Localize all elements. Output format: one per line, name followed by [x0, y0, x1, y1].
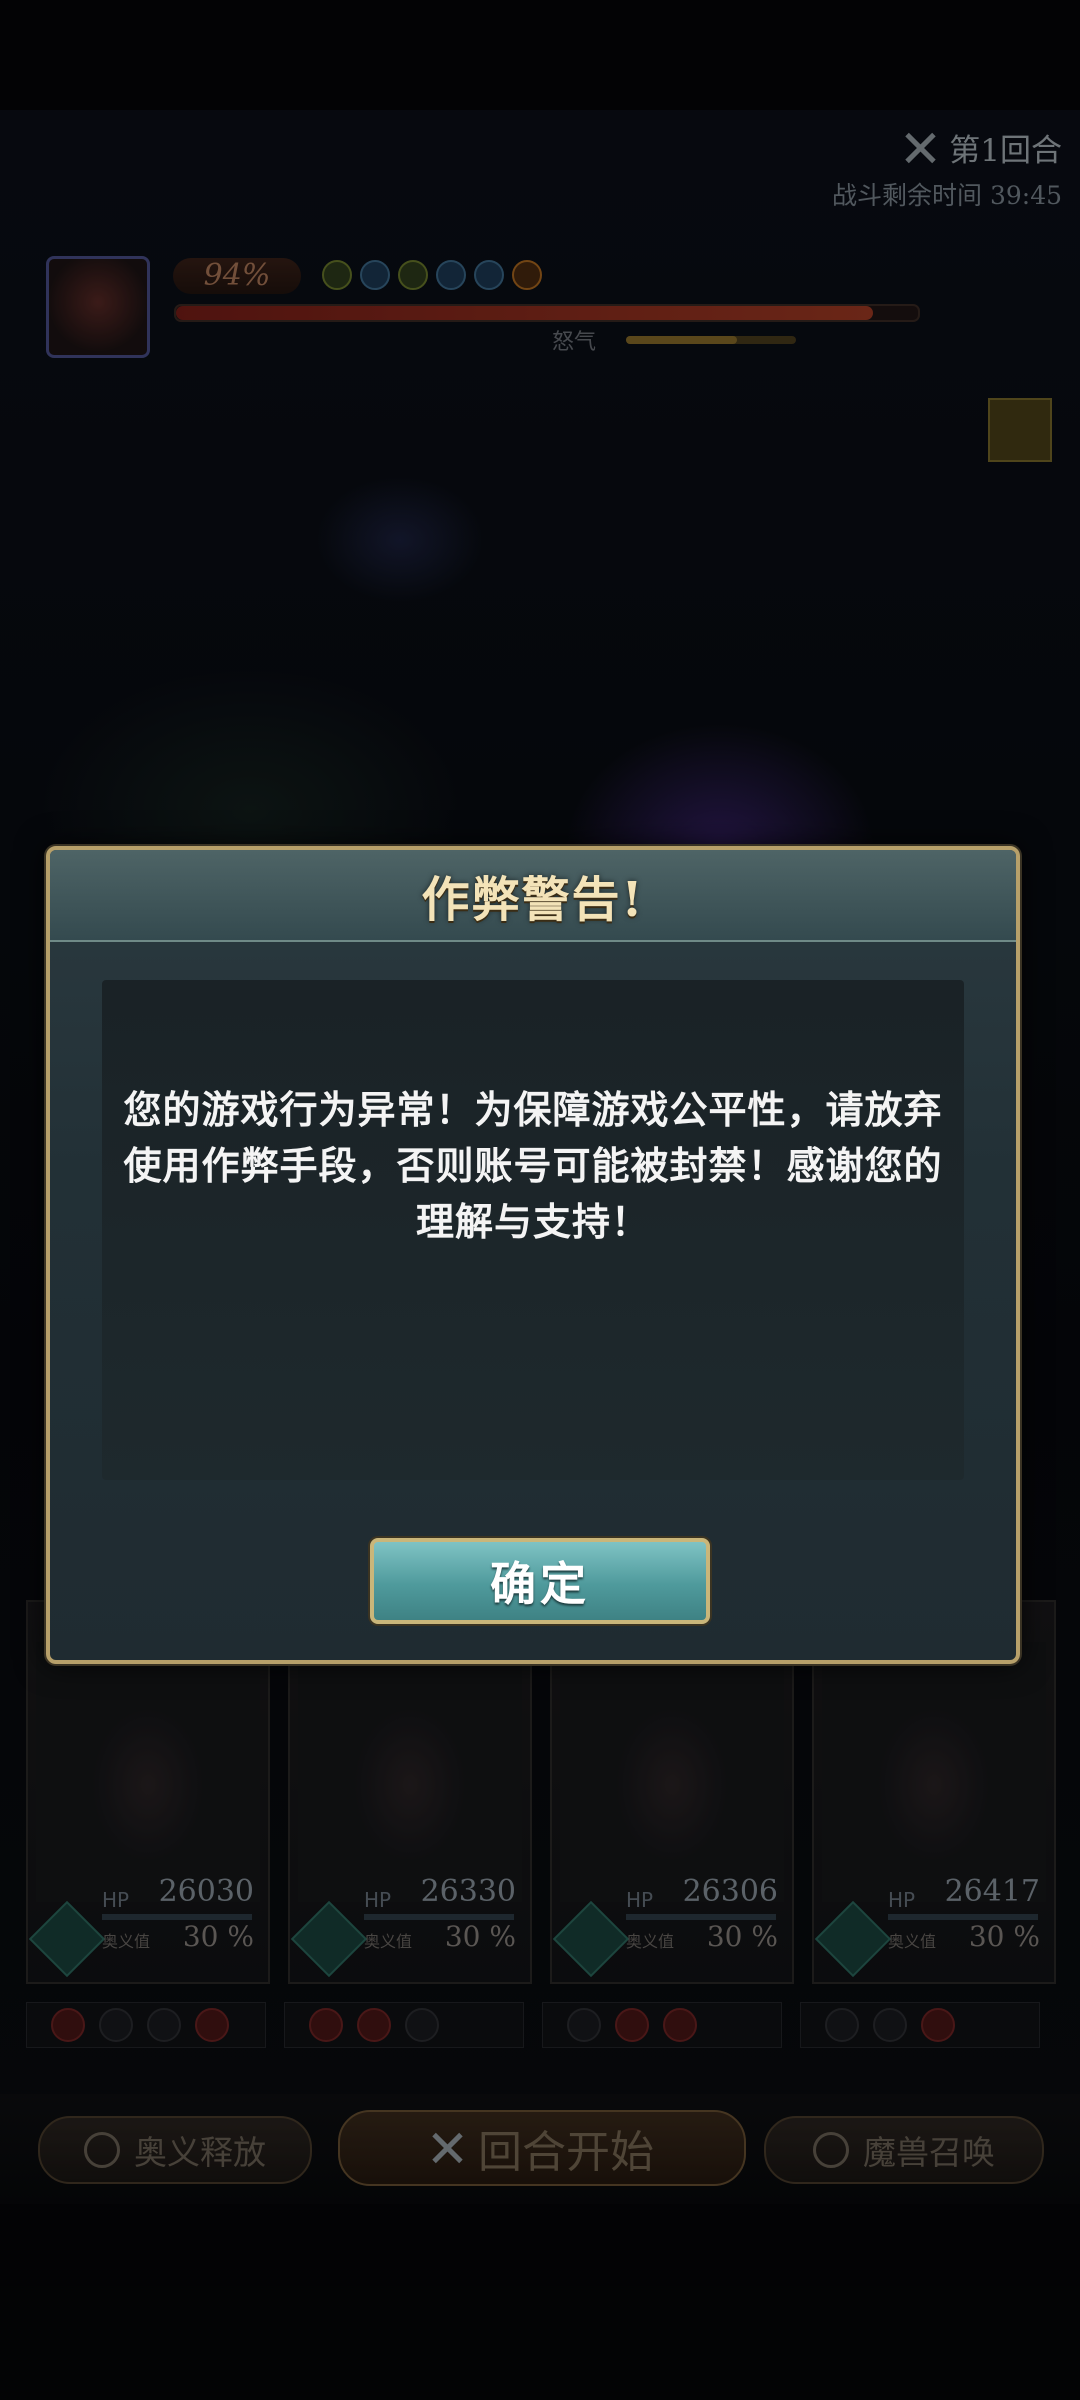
dialog-title: 作弊警告!: [421, 872, 645, 928]
confirm-button[interactable]: 确定: [370, 1538, 710, 1624]
cheat-warning-dialog: 作弊警告! 您的游戏行为异常！为保障游戏公平性，请放弃使用作弊手段，否则账号可能…: [46, 846, 1020, 1664]
confirm-button-label: 确定: [490, 1557, 590, 1611]
dialog-message: 您的游戏行为异常！为保障游戏公平性，请放弃使用作弊手段，否则账号可能被封禁！感谢…: [123, 1088, 943, 1244]
dialog-body: 您的游戏行为异常！为保障游戏公平性，请放弃使用作弊手段，否则账号可能被封禁！感谢…: [102, 980, 964, 1480]
